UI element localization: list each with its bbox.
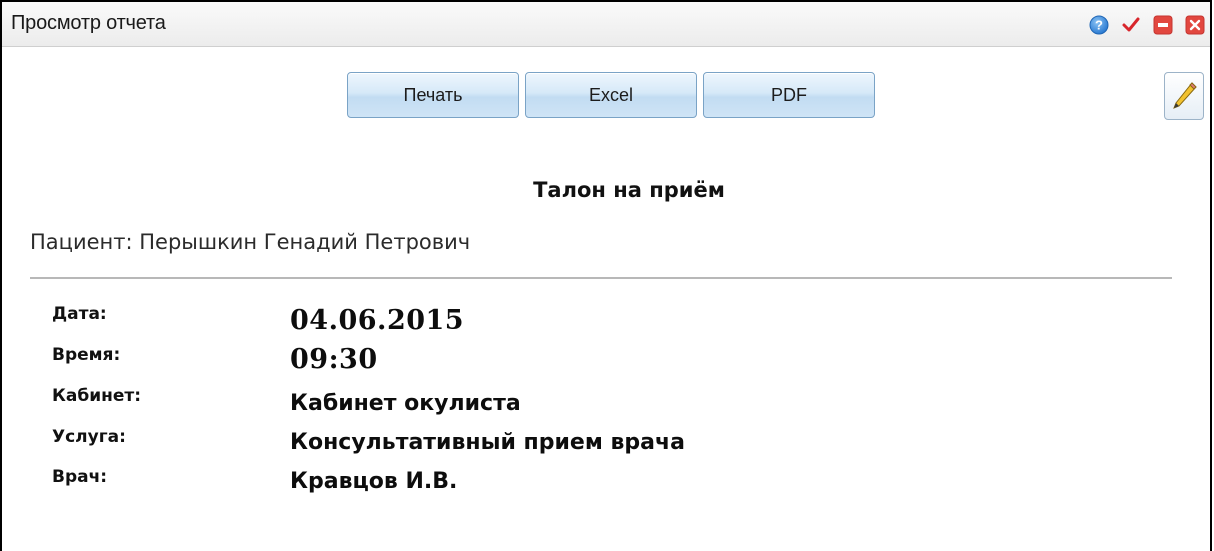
pdf-export-button[interactable]: PDF [703, 72, 875, 118]
office-label: Кабинет: [52, 386, 142, 406]
help-icon[interactable]: ? [1088, 14, 1110, 36]
doctor-label: Врач: [52, 467, 108, 487]
excel-export-button[interactable]: Excel [525, 72, 697, 118]
time-value: 09:30 [290, 344, 378, 375]
time-label: Время: [52, 345, 121, 365]
service-label: Услуга: [52, 427, 126, 447]
report-title: Талон на приём [533, 178, 725, 202]
checkmark-icon[interactable] [1120, 14, 1142, 36]
minimize-icon[interactable] [1152, 14, 1174, 36]
edit-button[interactable] [1164, 72, 1204, 120]
print-button[interactable]: Печать [347, 72, 519, 118]
doctor-value: Кравцов И.В. [290, 469, 458, 494]
close-icon[interactable] [1184, 14, 1206, 36]
window-title: Просмотр отчета [11, 12, 166, 34]
window-controls: ? [1088, 12, 1206, 38]
report-toolbar: Печать Excel PDF [347, 72, 875, 118]
date-value: 04.06.2015 [290, 305, 465, 336]
office-value: Кабинет окулиста [290, 391, 521, 416]
title-bar: Просмотр отчета ? [2, 2, 1210, 47]
patient-name: Пациент: Перышкин Генадий Петрович [30, 230, 471, 254]
pencil-icon [1173, 82, 1197, 109]
divider [30, 277, 1172, 279]
report-viewer-window: Просмотр отчета ? Печать Excel PDF Талон… [0, 0, 1212, 551]
date-label: Дата: [52, 304, 107, 324]
svg-text:?: ? [1095, 18, 1103, 33]
service-value: Консультативный прием врача [290, 430, 685, 455]
